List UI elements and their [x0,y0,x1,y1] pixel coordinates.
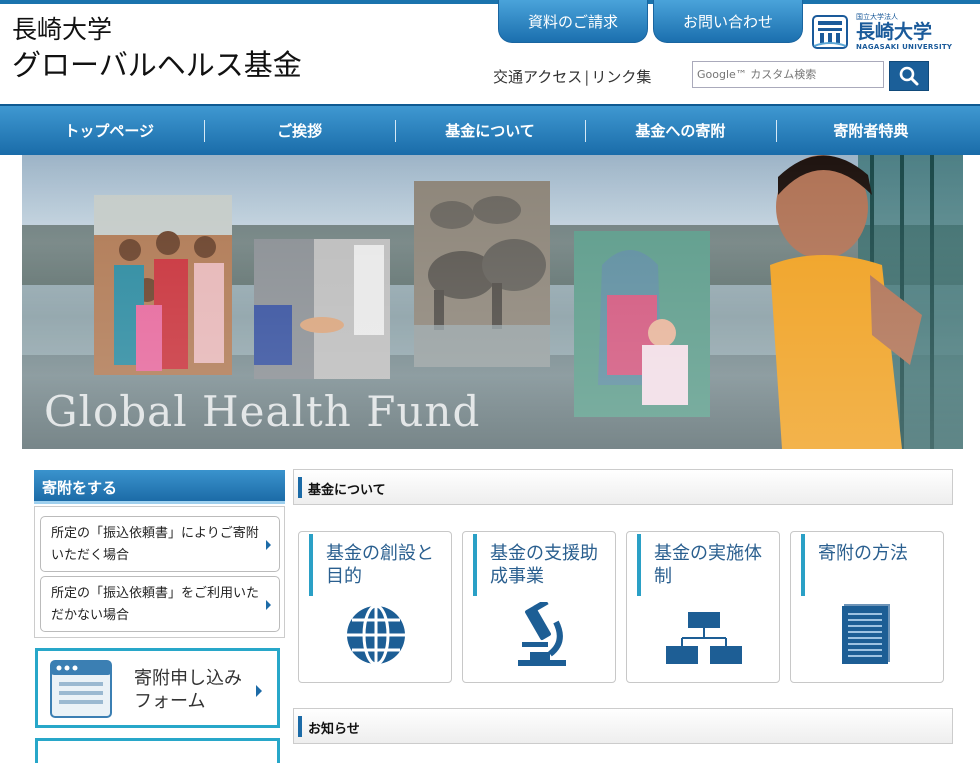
links-page-link[interactable]: リンク集 [591,68,651,86]
university-english: NAGASAKI UNIVERSITY [856,42,953,51]
utility-links: 交通アクセス | リンク集 [493,66,651,87]
search-input[interactable] [692,61,884,88]
card-donation-method[interactable]: 寄附の方法 [790,531,944,683]
microscope-icon [518,602,566,666]
card-implementation-structure[interactable]: 基金の実施体制 [626,531,780,683]
card-accent-bar [801,534,805,596]
card-title: 寄附の方法 [818,543,908,564]
arrow-right-icon [266,600,271,610]
donate-with-form-link[interactable]: 所定の「振込依頼書」によりご寄附いただく場合 [40,516,280,572]
access-link[interactable]: 交通アクセス [493,68,582,86]
search-button[interactable] [889,61,929,91]
org-chart-icon [666,612,742,664]
document-icon [842,604,890,664]
request-materials-button[interactable]: 資料のご請求 [498,0,648,43]
site-title-line2: グローバルヘルス基金 [12,48,302,82]
contact-button[interactable]: お問い合わせ [653,0,803,43]
arrow-right-icon [256,685,262,697]
arrow-right-icon [266,540,271,550]
card-support-projects[interactable]: 基金の支援助成事業 [462,531,616,683]
donation-form-banner[interactable]: 寄附申し込み フォーム [35,648,280,728]
card-title: 基金の支援助成事業 [490,543,598,587]
nav-item-top[interactable]: トップページ [14,106,204,155]
nav-item-benefits[interactable]: 寄附者特典 [775,106,966,155]
site-title-line1: 長崎大学 [12,15,113,44]
section-heading-about: 基金について [293,469,953,505]
nagasaki-university-logo[interactable]: 国立大学法人 長崎大学 NAGASAKI UNIVERSITY [810,10,970,54]
form-banner-line2: フォーム [134,691,206,712]
search-icon [899,66,919,86]
globe-icon [347,604,405,666]
donate-without-form-label: 所定の「振込依頼書」をご利用いただかない場合 [51,586,260,623]
donate-with-form-label: 所定の「振込依頼書」によりご寄附いただく場合 [51,526,259,563]
card-title: 基金の実施体制 [654,543,762,587]
second-sidebar-banner[interactable] [35,738,280,763]
site-title[interactable]: 長崎大学 グローバルヘルス基金 [12,14,302,84]
donate-without-form-link[interactable]: 所定の「振込依頼書」をご利用いただかない場合 [40,576,280,632]
hero-banner: Global Health Fund [22,155,963,449]
nav-item-greeting[interactable]: ご挨拶 [204,106,394,155]
card-accent-bar [309,534,313,596]
card-founding-purpose[interactable]: 基金の創設と目的 [298,531,452,683]
header-top-line [0,0,980,4]
section-heading-news: お知らせ [293,708,953,744]
card-accent-bar [637,534,641,596]
hero-title: Global Health Fund [44,387,481,436]
link-separator: | [584,68,590,86]
donate-heading: 寄附をする [34,470,285,504]
form-window-icon [50,660,112,718]
nav-item-donation[interactable]: 基金への寄附 [585,106,775,155]
university-emblem-icon [812,15,848,49]
card-accent-bar [473,534,477,596]
main-nav: トップページ ご挨拶 基金について 基金への寄附 寄附者特典 [0,104,980,155]
nav-item-about[interactable]: 基金について [394,106,585,155]
donate-links-box: 所定の「振込依頼書」によりご寄附いただく場合 所定の「振込依頼書」をご利用いただ… [34,506,285,638]
nav-edge-right [966,106,980,155]
university-name: 長崎大学 [856,20,933,43]
form-banner-line1: 寄附申し込み [134,668,242,689]
nav-edge-left [0,106,14,155]
card-title: 基金の創設と目的 [326,543,434,587]
